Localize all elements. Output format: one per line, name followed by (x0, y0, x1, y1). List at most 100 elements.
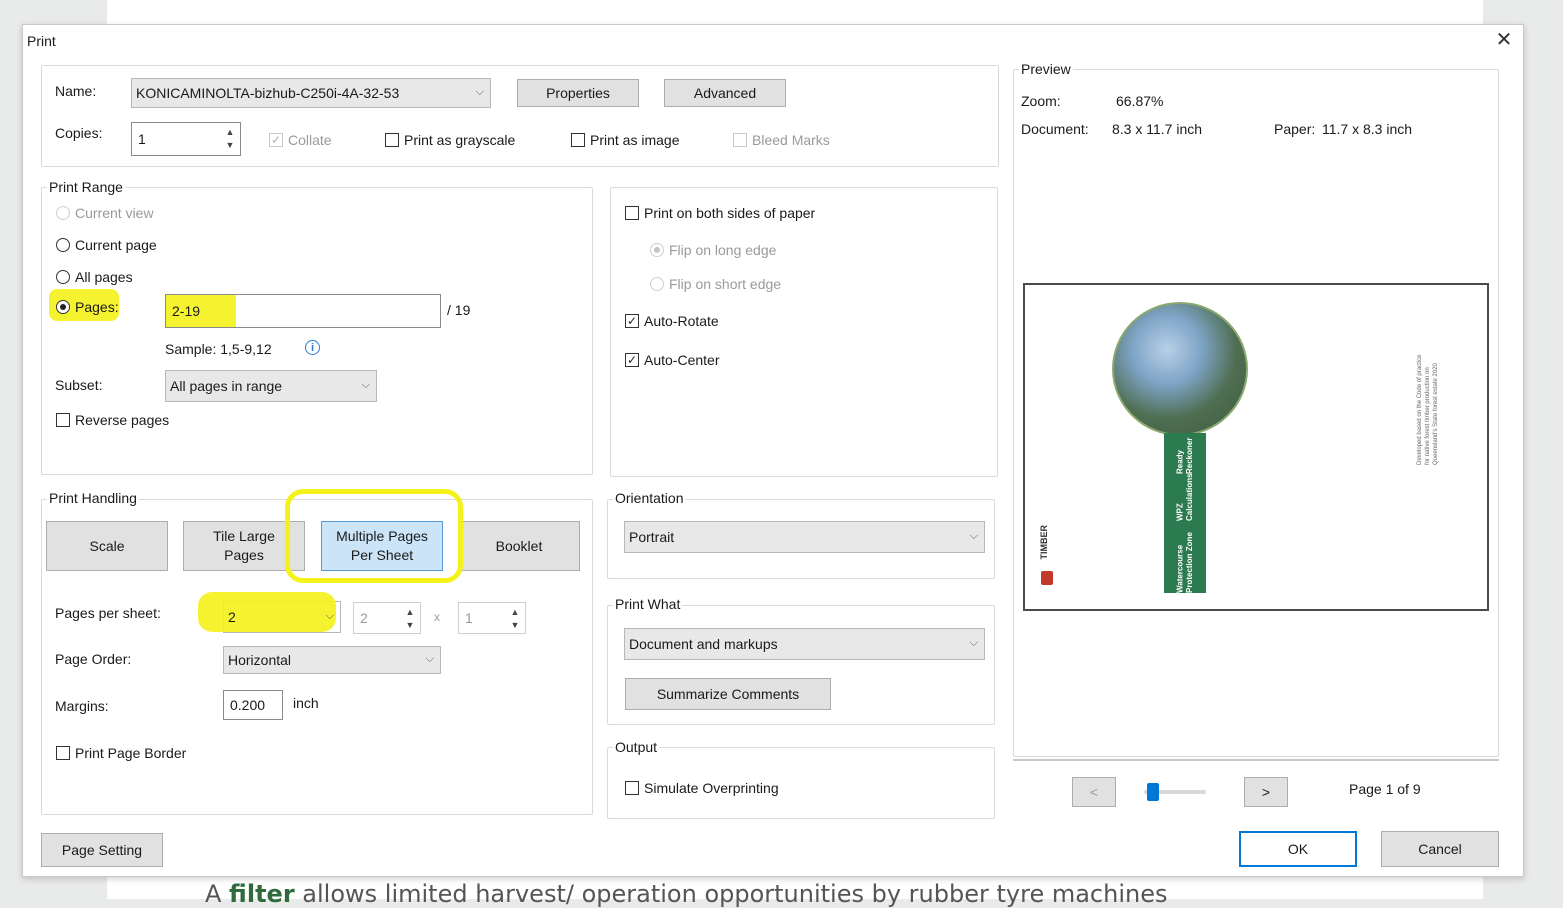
page-status: Page 1 of 9 (1349, 781, 1421, 797)
scale-button[interactable]: Scale (46, 521, 168, 571)
booklet-button[interactable]: Booklet (458, 521, 580, 571)
preview-divider (1013, 759, 1499, 761)
printer-select[interactable]: KONICAMINOLTA-bizhub-C250i-4A-32-53 ⌵ (131, 78, 491, 108)
all-pages-radio[interactable] (56, 270, 70, 284)
pages-radio[interactable] (56, 300, 70, 314)
pages-per-sheet-label: Pages per sheet: (55, 605, 161, 621)
chevron-down-icon: ⌵ (969, 529, 978, 542)
simulate-overprinting-checkbox[interactable] (625, 781, 639, 795)
document-size-label: Document: (1021, 121, 1089, 137)
collate-checkbox[interactable]: ✓ (269, 133, 283, 147)
margins-label: Margins: (55, 698, 109, 714)
reverse-pages-label: Reverse pages (75, 412, 170, 428)
print-page-border-checkbox[interactable] (56, 746, 70, 760)
cover-title-band: Watercourse Protection Zone WPZ Calculati… (1164, 433, 1206, 593)
collate-label: Collate (288, 132, 332, 148)
both-sides-label: Print on both sides of paper (644, 205, 816, 221)
preview-title: Preview (1019, 61, 1073, 77)
current-page-label: Current page (75, 237, 157, 253)
properties-button[interactable]: Properties (517, 79, 639, 107)
copies-input[interactable]: 1 ▲ ▼ (131, 122, 241, 156)
print-what-title: Print What (613, 596, 683, 612)
auto-rotate-label: Auto-Rotate (644, 313, 719, 329)
next-page-button[interactable]: > (1244, 777, 1288, 807)
auto-rotate-checkbox[interactable]: ✓ (625, 314, 639, 328)
paper-size-value: 11.7 x 8.3 inch (1322, 121, 1413, 137)
highlight-mark (198, 592, 336, 632)
grayscale-checkbox[interactable] (385, 133, 399, 147)
grid-columns-spinner[interactable]: 2 ▲ ▼ (353, 602, 421, 634)
flip-long-edge-radio[interactable] (650, 243, 664, 257)
orientation-title: Orientation (613, 490, 686, 506)
margins-unit: inch (293, 695, 319, 711)
zoom-label: Zoom: (1021, 93, 1061, 109)
print-as-image-label: Print as image (590, 132, 680, 148)
flip-short-edge-radio[interactable] (650, 277, 664, 291)
auto-center-label: Auto-Center (644, 352, 720, 368)
current-view-radio[interactable] (56, 206, 70, 220)
prev-page-button[interactable]: < (1072, 777, 1116, 807)
all-pages-label: All pages (75, 269, 133, 285)
spin-down-icon[interactable]: ▼ (222, 140, 238, 151)
pages-per-sheet-select[interactable]: 2 ⌵ (198, 592, 341, 633)
spin-down-icon[interactable]: ▼ (507, 620, 523, 631)
flip-long-edge-label: Flip on long edge (669, 242, 777, 258)
duplex-group (610, 187, 998, 477)
spin-up-icon[interactable]: ▲ (507, 607, 523, 618)
paper-size-label: Paper: (1274, 121, 1316, 137)
pages-input[interactable]: 2-19 (165, 294, 441, 328)
document-size-value: 8.3 x 11.7 inch (1112, 121, 1203, 137)
highlight-mark (285, 489, 463, 583)
chevron-down-icon: ⌵ (475, 85, 484, 98)
spin-up-icon[interactable]: ▲ (222, 127, 238, 138)
page-order-select[interactable]: Horizontal ⌵ (223, 646, 441, 674)
chevron-down-icon: ⌵ (425, 652, 434, 665)
grid-rows-spinner[interactable]: 1 ▲ ▼ (458, 602, 526, 634)
both-sides-checkbox[interactable] (625, 206, 639, 220)
info-icon[interactable]: i (305, 340, 320, 355)
current-view-label: Current view (75, 205, 154, 221)
chevron-down-icon: ⌵ (325, 609, 334, 622)
dialog-title: Print (27, 33, 56, 49)
timber-logo: TIMBER (1039, 525, 1061, 595)
print-page-border-label: Print Page Border (75, 745, 187, 761)
spin-down-icon[interactable]: ▼ (402, 620, 418, 631)
orientation-select[interactable]: Portrait ⌵ (624, 521, 985, 553)
pages-label: Pages: (75, 299, 119, 315)
reverse-pages-checkbox[interactable] (56, 413, 70, 427)
flip-short-edge-label: Flip on short edge (669, 276, 782, 292)
background-document-text: A filter allows limited harvest/ operati… (205, 880, 1168, 908)
cover-side-text: Developed based on the Code of practice … (1417, 354, 1440, 465)
print-what-select[interactable]: Document and markups ⌵ (624, 628, 985, 660)
subset-label: Subset: (55, 377, 103, 393)
current-page-radio[interactable] (56, 238, 70, 252)
margins-input[interactable]: 0.200 (223, 690, 283, 720)
grid-times-label: x (434, 610, 440, 624)
ok-button[interactable]: OK (1239, 831, 1357, 867)
range-sample: Sample: 1,5-9,12 (165, 341, 272, 357)
grayscale-label: Print as grayscale (404, 132, 516, 148)
chevron-down-icon: ⌵ (969, 636, 978, 649)
output-title: Output (613, 739, 660, 755)
close-icon[interactable]: ✕ (1493, 29, 1515, 51)
spin-up-icon[interactable]: ▲ (402, 607, 418, 618)
preview-sheet: Watercourse Protection Zone WPZ Calculati… (1023, 283, 1489, 611)
print-dialog: Print ✕ Name: KONICAMINOLTA-bizhub-C250i… (22, 24, 1524, 877)
zoom-value: 66.87% (1116, 93, 1164, 109)
subset-select[interactable]: All pages in range ⌵ (165, 370, 377, 402)
printer-name-label: Name: (55, 83, 97, 99)
page-setting-button[interactable]: Page Setting (41, 833, 163, 867)
summarize-comments-button[interactable]: Summarize Comments (625, 678, 831, 710)
print-range-group (41, 187, 593, 475)
bleed-marks-checkbox[interactable] (733, 133, 747, 147)
print-as-image-checkbox[interactable] (571, 133, 585, 147)
slider-thumb[interactable] (1147, 783, 1159, 801)
auto-center-checkbox[interactable]: ✓ (625, 353, 639, 367)
cover-photo (1112, 302, 1248, 436)
simulate-overprinting-label: Simulate Overprinting (644, 780, 779, 796)
advanced-button[interactable]: Advanced (664, 79, 786, 107)
pages-total: / 19 (447, 302, 471, 318)
print-handling-title: Print Handling (47, 490, 139, 506)
cancel-button[interactable]: Cancel (1381, 831, 1499, 867)
page-slider[interactable] (1144, 783, 1206, 801)
